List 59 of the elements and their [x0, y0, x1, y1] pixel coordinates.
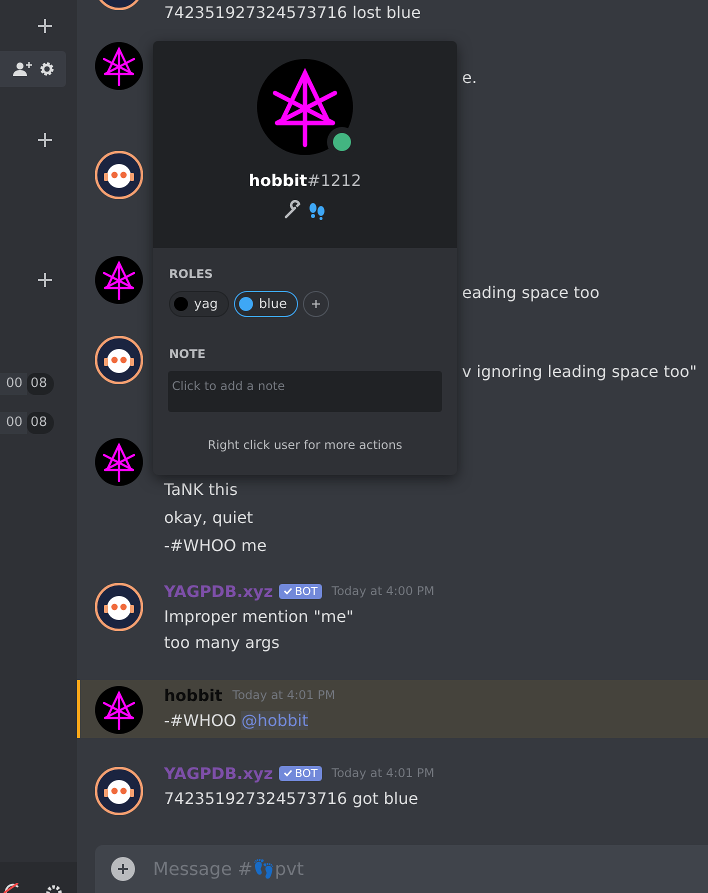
role-name: yag — [194, 296, 218, 312]
message-text: 742351927324573716 got blue — [164, 788, 420, 810]
author-name[interactable]: YAGPDB.xyz — [164, 764, 273, 782]
message-text: -#WHOO me — [164, 535, 267, 557]
note-heading: NOTE — [169, 347, 207, 361]
bot-tag: BOT — [278, 766, 322, 780]
plus-icon — [311, 299, 322, 309]
message-text: Improper mention "me" — [164, 606, 355, 628]
message-text: too many args — [164, 632, 281, 654]
plus-icon — [36, 17, 54, 35]
role-tag[interactable]: blue — [234, 291, 298, 317]
counter-value: 00 — [0, 373, 27, 395]
add-button[interactable] — [36, 131, 54, 149]
roles-heading: ROLES — [169, 267, 214, 281]
message-text: -#WHOO @hobbit — [164, 710, 310, 732]
avatar — [95, 767, 143, 815]
message-text: okay, quiet — [164, 507, 254, 529]
footprints-icon — [307, 200, 327, 220]
message-text: v ignoring leading space too" — [462, 361, 697, 383]
bot-tag: BOT — [278, 584, 322, 598]
message-text: eading space too — [462, 282, 600, 304]
role-name: blue — [258, 296, 288, 312]
message-text: e. — [462, 67, 477, 89]
check-icon — [282, 586, 293, 596]
check-icon — [282, 768, 293, 778]
counter-value: 00 — [0, 412, 27, 434]
wrench-icon — [283, 200, 303, 220]
note-field[interactable]: Click to add a note — [168, 371, 442, 412]
user-tag: hobbit#1212 — [248, 171, 362, 190]
avatar — [95, 151, 143, 199]
timestamp: Today at 4:00 PM — [332, 584, 434, 598]
avatar — [95, 42, 143, 90]
timestamp: Today at 4:01 PM — [332, 766, 434, 780]
plus-icon — [117, 863, 129, 875]
avatar — [95, 686, 143, 734]
user-mention[interactable]: @hobbit — [241, 711, 308, 730]
counter-value: 08 — [26, 373, 54, 395]
plus-icon — [36, 131, 54, 149]
avatar — [95, 256, 143, 304]
timestamp: Today at 4:01 PM — [232, 688, 336, 702]
add-button[interactable] — [36, 271, 54, 289]
settings-icon[interactable] — [39, 61, 55, 77]
invite-icon[interactable] — [13, 61, 33, 77]
channel-row[interactable] — [0, 51, 66, 87]
message-text: 742351927324573716 lost blue — [164, 2, 421, 24]
author-name[interactable]: hobbit — [164, 686, 222, 704]
message-text: TaNK this — [164, 479, 239, 501]
plus-icon — [36, 271, 54, 289]
counter-value: 08 — [26, 412, 54, 434]
settings-icon[interactable] — [44, 883, 64, 893]
role-tag[interactable]: yag — [169, 291, 229, 317]
add-button[interactable] — [36, 17, 54, 35]
author-name[interactable]: YAGPDB.xyz — [164, 582, 273, 600]
add-attachment-button[interactable] — [111, 857, 135, 881]
popup-hint: Right click user for more actions — [206, 438, 404, 452]
avatar — [95, 336, 143, 384]
avatar — [95, 438, 143, 486]
add-role-button[interactable] — [303, 291, 330, 317]
avatar — [95, 583, 143, 631]
